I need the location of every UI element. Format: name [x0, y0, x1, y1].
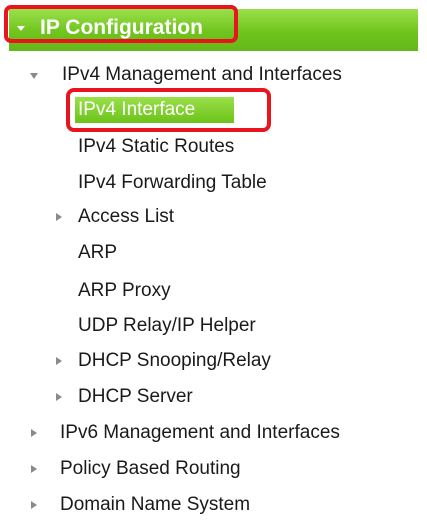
- expand-down-icon[interactable]: [30, 73, 38, 79]
- menu-item-policy-based-routing[interactable]: Policy Based Routing: [60, 458, 241, 480]
- menu-item-access-list[interactable]: Access List: [78, 206, 174, 228]
- menu-item-ipv4-forwarding-table[interactable]: IPv4 Forwarding Table: [78, 172, 267, 194]
- menu-item-ipv4-static-routes[interactable]: IPv4 Static Routes: [78, 136, 234, 158]
- navigation-tree: IP Configuration IPv4 Management and Int…: [0, 0, 427, 526]
- menu-item-dhcp-server[interactable]: DHCP Server: [78, 386, 193, 408]
- menu-item-arp-proxy[interactable]: ARP Proxy: [78, 280, 171, 302]
- menu-item-ipv6-management[interactable]: IPv6 Management and Interfaces: [60, 422, 340, 444]
- expand-right-icon[interactable]: [56, 213, 62, 221]
- section-title[interactable]: IP Configuration: [40, 16, 203, 40]
- expand-right-icon[interactable]: [56, 393, 62, 401]
- expand-right-icon[interactable]: [31, 429, 37, 437]
- menu-item-ipv4-management[interactable]: IPv4 Management and Interfaces: [62, 64, 342, 86]
- expand-right-icon[interactable]: [56, 357, 62, 365]
- expand-right-icon[interactable]: [31, 501, 37, 509]
- menu-item-arp[interactable]: ARP: [78, 242, 117, 264]
- menu-item-udp-relay[interactable]: UDP Relay/IP Helper: [78, 315, 256, 337]
- menu-item-dhcp-snooping[interactable]: DHCP Snooping/Relay: [78, 350, 271, 372]
- chevron-down-icon: [17, 26, 25, 31]
- menu-item-domain-name-system[interactable]: Domain Name System: [60, 494, 250, 516]
- expand-right-icon[interactable]: [31, 465, 37, 473]
- selected-highlight-box: [66, 88, 271, 132]
